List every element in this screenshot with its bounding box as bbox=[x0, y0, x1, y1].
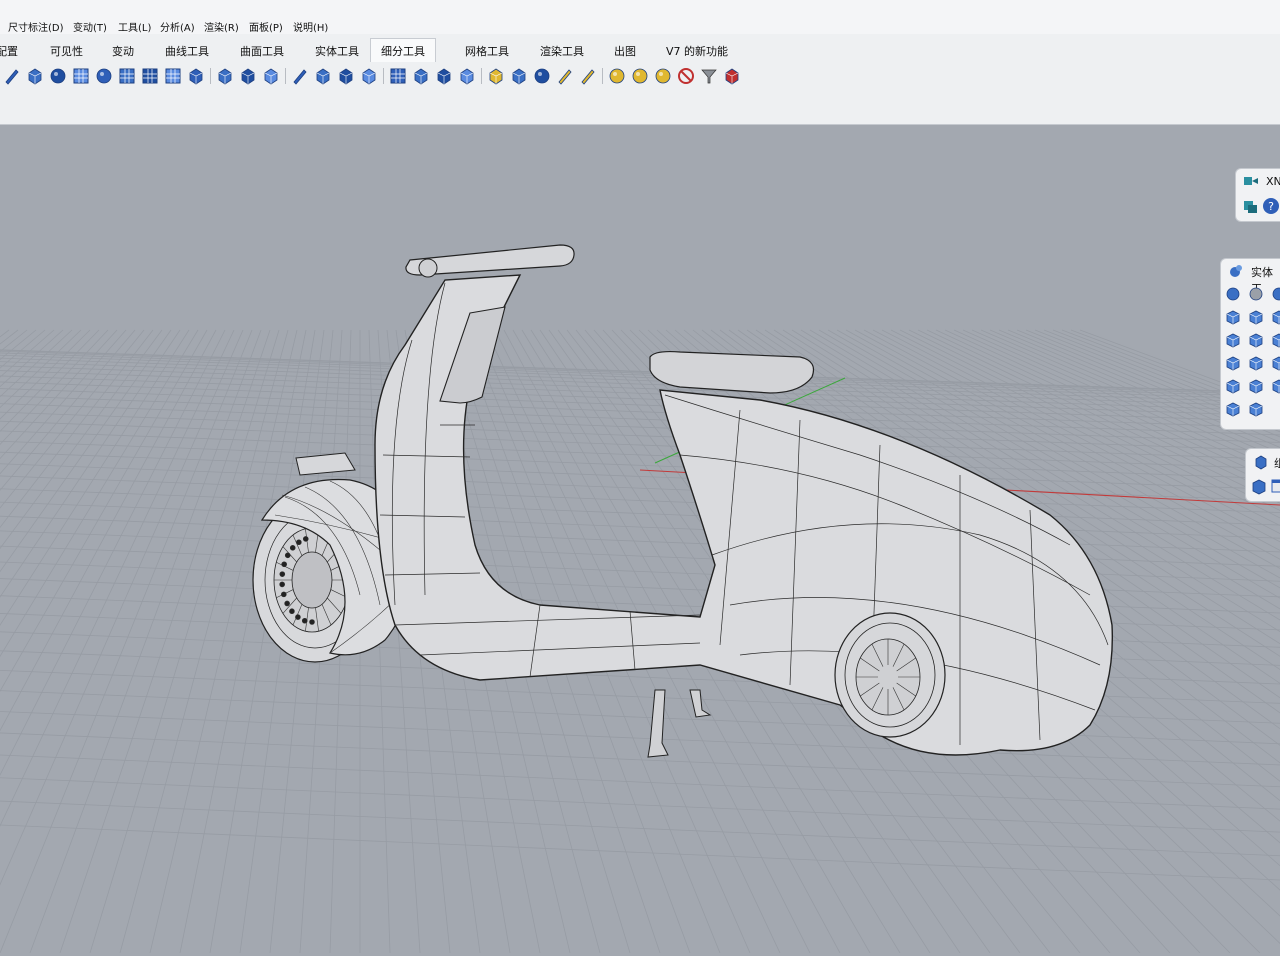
panel-solid-icon bbox=[1227, 262, 1245, 280]
sphere-half-icon[interactable] bbox=[1270, 285, 1280, 303]
sphere-gold-3-icon[interactable] bbox=[653, 66, 673, 86]
menu-item-1[interactable]: 变动(T) bbox=[73, 19, 107, 34]
menu-item-2[interactable]: 工具(L) bbox=[118, 19, 151, 34]
toolbar-separator bbox=[383, 68, 384, 84]
tab-2[interactable]: 变动 bbox=[112, 43, 134, 59]
tab-7[interactable]: 网格工具 bbox=[465, 43, 509, 59]
sphere-chain-icon[interactable] bbox=[48, 66, 68, 86]
globe-icon[interactable] bbox=[532, 66, 552, 86]
toolbar-separator bbox=[481, 68, 482, 84]
panel-top[interactable]: XN ? bbox=[1235, 168, 1280, 222]
panel-third-title: 组 bbox=[1274, 457, 1280, 470]
filter-icon[interactable] bbox=[699, 66, 719, 86]
cube-small-icon[interactable] bbox=[1252, 453, 1270, 471]
cube-group-icon[interactable] bbox=[457, 66, 477, 86]
layer-arrow-icon[interactable] bbox=[1242, 173, 1260, 191]
menu-item-6[interactable]: 说明(H) bbox=[293, 19, 328, 34]
window-icon[interactable] bbox=[1270, 477, 1280, 495]
toolbar-separator bbox=[285, 68, 286, 84]
toolbar-separator bbox=[210, 68, 211, 84]
tab-3[interactable]: 曲线工具 bbox=[165, 43, 209, 59]
toolbar-separator bbox=[602, 68, 603, 84]
panel-third[interactable]: 组 bbox=[1245, 448, 1280, 502]
grid-net-icon[interactable] bbox=[140, 66, 160, 86]
layer-stack-icon[interactable] bbox=[336, 66, 356, 86]
pencil-icon[interactable] bbox=[290, 66, 310, 86]
perspective-viewport[interactable]: XN ? 实体工 组 bbox=[0, 125, 1280, 954]
menu-item-4[interactable]: 渲染(R) bbox=[204, 19, 239, 34]
panel-solid-tools[interactable]: 实体工 bbox=[1220, 258, 1280, 430]
box-edge-icon[interactable] bbox=[1270, 331, 1280, 349]
toolbar bbox=[0, 62, 1280, 125]
box-split-icon[interactable] bbox=[1247, 308, 1265, 326]
menu-item-3[interactable]: 分析(A) bbox=[160, 19, 195, 34]
box-open-icon[interactable] bbox=[1224, 308, 1242, 326]
tab-9[interactable]: 出图 bbox=[614, 43, 636, 59]
tab-4[interactable]: 曲面工具 bbox=[240, 43, 284, 59]
sphere-gold-icon[interactable] bbox=[607, 66, 627, 86]
tab-1[interactable]: 可见性 bbox=[50, 43, 83, 59]
tab-6[interactable]: 细分工具 bbox=[370, 38, 436, 65]
menu-item-0[interactable]: 尺寸标注(D) bbox=[8, 19, 64, 34]
extract-icon[interactable] bbox=[359, 66, 379, 86]
tab-0[interactable]: 配置 bbox=[0, 43, 18, 59]
crease-icon[interactable] bbox=[261, 66, 281, 86]
surface-grid-icon[interactable] bbox=[71, 66, 91, 86]
panel-top-title: XN bbox=[1266, 175, 1280, 188]
svg-text:?: ? bbox=[1268, 200, 1274, 213]
box-blue-icon[interactable] bbox=[1270, 308, 1280, 326]
rear-wheel-cover-model[interactable] bbox=[834, 612, 946, 738]
vertex-red-icon[interactable] bbox=[722, 66, 742, 86]
chain-icon[interactable] bbox=[238, 66, 258, 86]
box-arrow-icon[interactable] bbox=[1247, 354, 1265, 372]
bucket-small-icon[interactable] bbox=[1247, 400, 1265, 418]
hammer-icon[interactable] bbox=[509, 66, 529, 86]
no-entry-icon[interactable] bbox=[676, 66, 696, 86]
viewport-canvas[interactable] bbox=[0, 125, 1280, 954]
box-plain-icon[interactable] bbox=[1224, 377, 1242, 395]
layer-stack-icon[interactable] bbox=[1242, 197, 1260, 215]
sphere-pair-icon[interactable] bbox=[1224, 285, 1242, 303]
cube-yellow-icon[interactable] bbox=[486, 66, 506, 86]
menu-bar: 尺寸标注(D) 变动(T) 工具(L) 分析(A) 渲染(R) 面板(P) 说明(H) bbox=[0, 0, 1280, 34]
bridge-icon[interactable] bbox=[215, 66, 235, 86]
curve-tool-icon[interactable] bbox=[2, 66, 22, 86]
box-shell-icon[interactable] bbox=[1247, 331, 1265, 349]
tab-10[interactable]: V7 的新功能 bbox=[666, 43, 728, 59]
gear-cluster-icon[interactable] bbox=[1224, 400, 1242, 418]
box-star-icon[interactable] bbox=[1224, 354, 1242, 372]
solid-box-icon[interactable] bbox=[25, 66, 45, 86]
menu-item-5[interactable]: 面板(P) bbox=[249, 19, 283, 34]
tab-bar: 配置 可见性 变动 曲线工具 曲面工具 实体工具 细分工具 网格工具 渲染工具 出图 V7 的新功能 bbox=[0, 34, 1280, 65]
box-rotate-icon[interactable] bbox=[1247, 377, 1265, 395]
list-icon[interactable] bbox=[411, 66, 431, 86]
throttle-grip-model[interactable] bbox=[418, 258, 438, 278]
bucket-icon[interactable] bbox=[186, 66, 206, 86]
box-move-icon[interactable] bbox=[1270, 354, 1280, 372]
sphere-gold-2-icon[interactable] bbox=[630, 66, 650, 86]
cube-window-icon[interactable] bbox=[1250, 477, 1268, 495]
mesh-grid-icon[interactable] bbox=[388, 66, 408, 86]
help-icon[interactable]: ? bbox=[1262, 197, 1280, 215]
wrench-icon[interactable] bbox=[434, 66, 454, 86]
box-shadow-icon[interactable] bbox=[1270, 377, 1280, 395]
sphere-link-icon[interactable] bbox=[94, 66, 114, 86]
grid-panel-icon[interactable] bbox=[117, 66, 137, 86]
brush-icon[interactable] bbox=[555, 66, 575, 86]
paint-brush-icon[interactable] bbox=[578, 66, 598, 86]
split-shape-icon[interactable] bbox=[313, 66, 333, 86]
grid-select-icon[interactable] bbox=[163, 66, 183, 86]
tab-8[interactable]: 渲染工具 bbox=[540, 43, 584, 59]
tab-5[interactable]: 实体工具 bbox=[315, 43, 359, 59]
sphere-gray-icon[interactable] bbox=[1247, 285, 1265, 303]
cube-blue-icon[interactable] bbox=[1224, 331, 1242, 349]
